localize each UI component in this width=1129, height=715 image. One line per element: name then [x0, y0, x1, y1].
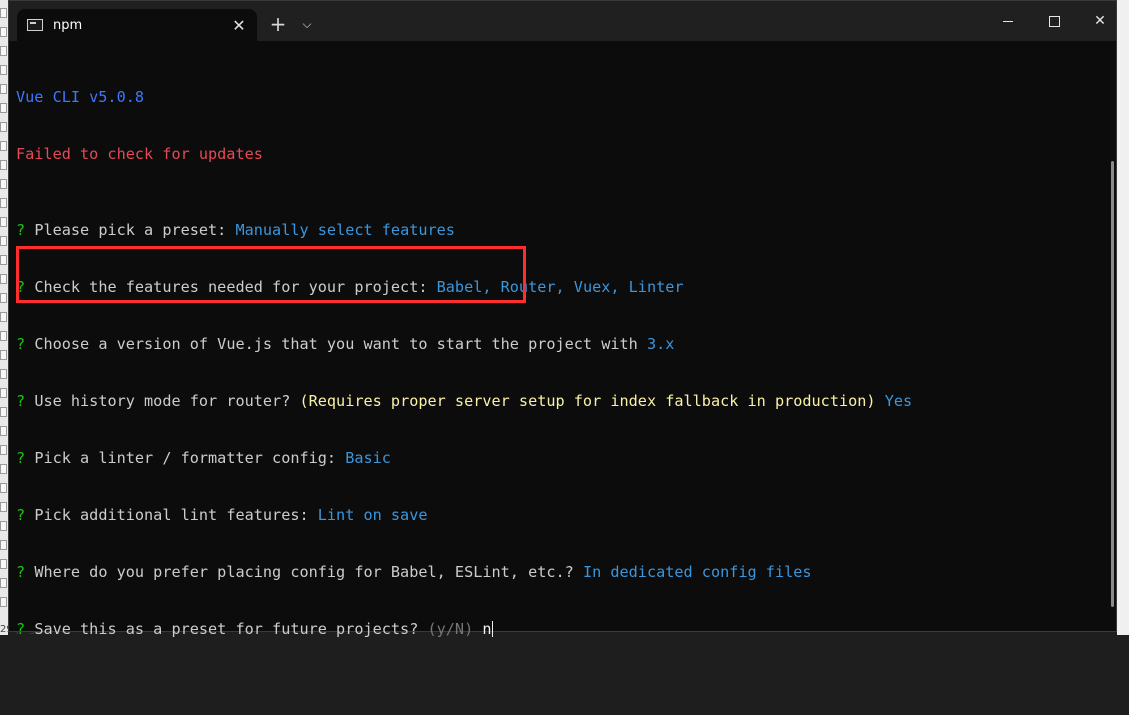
prompt-line: ? Please pick a preset: Manually select … — [16, 221, 455, 239]
close-tab-icon[interactable]: ✕ — [227, 16, 251, 35]
prompt-line: ? Check the features needed for your pro… — [16, 278, 684, 296]
maximize-icon — [1048, 15, 1060, 27]
tab-npm[interactable]: npm ✕ — [17, 9, 257, 41]
minimize-button[interactable] — [985, 7, 1031, 35]
chevron-down-icon[interactable]: ⌵ — [297, 13, 317, 35]
prompt-line: ? Where do you prefer placing config for… — [16, 563, 812, 581]
desktop-background-right — [1117, 0, 1129, 635]
prompt-input[interactable]: n — [482, 620, 491, 638]
maximize-button[interactable] — [1031, 7, 1077, 35]
console-icon — [27, 19, 43, 31]
terminal-window: npm ✕ + ⌵ ✕ Vue CLI v5.0.8 Failed to che… — [8, 0, 1117, 638]
prompt-line: ? Pick additional lint features: Lint on… — [16, 506, 428, 524]
close-window-button[interactable]: ✕ — [1077, 7, 1123, 35]
active-prompt-line[interactable]: ? Save this as a preset for future proje… — [16, 620, 1102, 639]
minimize-icon — [1003, 20, 1013, 22]
terminal-output[interactable]: Vue CLI v5.0.8 Failed to check for updat… — [16, 50, 1102, 638]
prompt-line: ? Use history mode for router? (Requires… — [16, 392, 913, 410]
tab-title: npm — [53, 17, 83, 33]
prompt-line: ? Pick a linter / formatter config: Basi… — [16, 449, 391, 467]
scrollbar[interactable] — [1111, 161, 1114, 607]
title-bar[interactable]: npm ✕ + ⌵ ✕ — [9, 1, 1116, 41]
new-tab-button[interactable]: + — [267, 13, 289, 35]
update-check-warning: Failed to check for updates — [16, 145, 263, 163]
desktop-background-left — [0, 0, 8, 635]
prompt-line: ? Choose a version of Vue.js that you wa… — [16, 335, 675, 353]
cli-version-header: Vue CLI v5.0.8 — [16, 88, 145, 106]
